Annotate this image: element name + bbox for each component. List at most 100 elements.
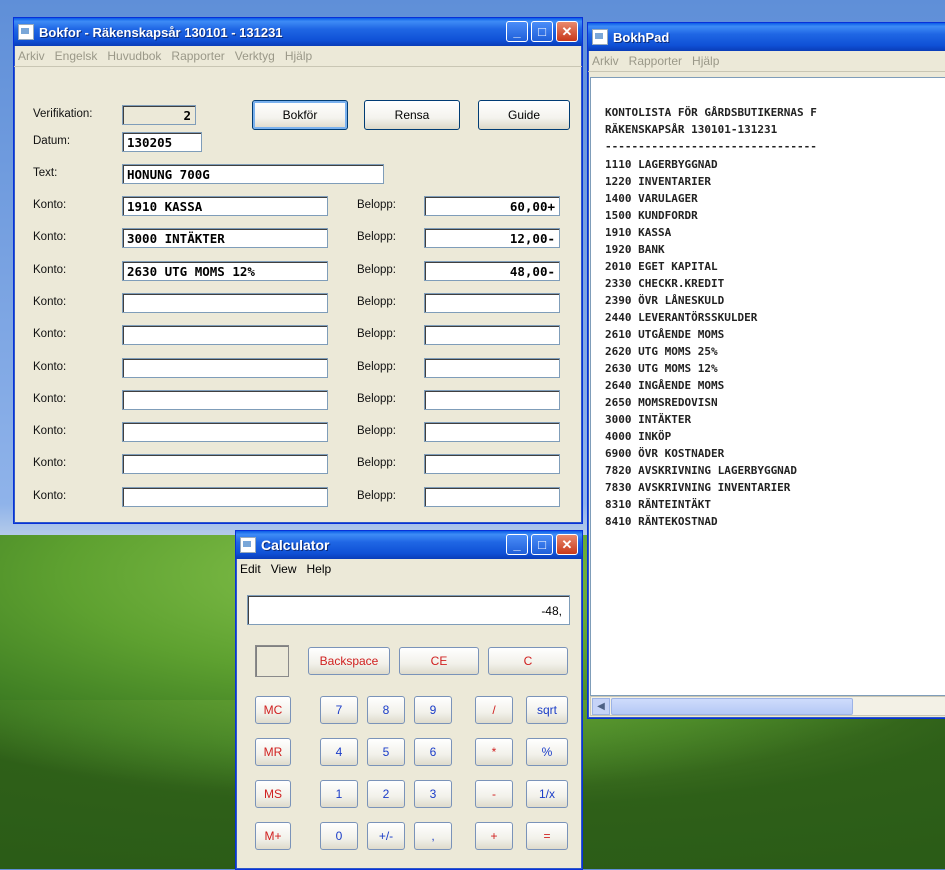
list-header-2: RÄKENSKAPSÅR 130101-131231 <box>605 123 778 136</box>
digit-7-button[interactable]: 7 <box>320 696 358 724</box>
sqrt-button[interactable]: sqrt <box>526 696 568 724</box>
digit-4-button[interactable]: 4 <box>320 738 358 766</box>
account-line: 1220 INVENTARIER <box>605 175 711 188</box>
memory-clear-button[interactable]: MC <box>255 696 291 724</box>
konto-field[interactable] <box>122 358 328 378</box>
account-line: 4000 INKÖP <box>605 430 672 443</box>
minimize-icon[interactable]: _ <box>506 534 528 555</box>
belopp-field[interactable]: 48,00- <box>424 261 560 281</box>
bokhpad-titlebar[interactable]: BokhPad <box>588 23 945 51</box>
rensa-button[interactable]: Rensa <box>364 100 460 130</box>
konto-field[interactable]: 1910 KASSA <box>122 196 328 216</box>
digit-5-button[interactable]: 5 <box>367 738 405 766</box>
konto-field[interactable]: 3000 INTÄKTER <box>122 228 328 248</box>
backspace-button[interactable]: Backspace <box>308 647 390 675</box>
konto-field[interactable] <box>122 454 328 474</box>
minimize-icon[interactable]: _ <box>506 21 528 42</box>
konto-label: Konto: <box>33 490 67 502</box>
digit-9-button[interactable]: 9 <box>414 696 452 724</box>
account-line: 6900 ÖVR KOSTNADER <box>605 447 725 460</box>
datum-row: Datum: 130205 <box>14 129 582 155</box>
calculator-window: Calculator _ □ ✕ Edit View Help - 48, Bac… <box>235 530 583 870</box>
belopp-field[interactable] <box>424 390 560 410</box>
menu-arkiv[interactable]: Arkiv <box>592 54 619 68</box>
menu-help[interactable]: Help <box>306 562 331 576</box>
scroll-left-icon[interactable]: ◀ <box>592 698 610 715</box>
menu-view[interactable]: View <box>271 562 297 576</box>
percent-button[interactable]: % <box>526 738 568 766</box>
menu-engelsk[interactable]: Engelsk <box>55 49 98 63</box>
memory-store-button[interactable]: MS <box>255 780 291 808</box>
menu-huvudbok[interactable]: Huvudbok <box>107 49 161 63</box>
konto-field[interactable] <box>122 487 328 507</box>
calculator-title: Calculator <box>261 537 330 553</box>
calculator-titlebar[interactable]: Calculator _ □ ✕ <box>236 531 582 559</box>
belopp-field[interactable] <box>424 358 560 378</box>
belopp-label: Belopp: <box>357 328 397 340</box>
belopp-label: Belopp: <box>357 425 397 437</box>
decimal-button[interactable]: , <box>414 822 452 850</box>
konto-field[interactable]: 2630 UTG MOMS 12% <box>122 261 328 281</box>
menu-hjalp[interactable]: Hjälp <box>692 54 719 68</box>
subtract-button[interactable]: - <box>475 780 513 808</box>
close-icon[interactable]: ✕ <box>556 534 578 555</box>
konto-row: Konto: 1910 KASSA Belopp: 60,00+ <box>14 193 582 219</box>
close-icon[interactable]: ✕ <box>556 21 578 42</box>
konto-label: Konto: <box>33 231 67 243</box>
menu-verktyg[interactable]: Verktyg <box>235 49 275 63</box>
digit-6-button[interactable]: 6 <box>414 738 452 766</box>
bokfor-titlebar[interactable]: Bokfor - Räkenskapsår 130101 - 131231 _ … <box>14 18 582 46</box>
account-line: 1920 BANK <box>605 243 665 256</box>
belopp-field[interactable] <box>424 487 560 507</box>
multiply-button[interactable]: * <box>475 738 513 766</box>
menu-rapporter[interactable]: Rapporter <box>171 49 224 63</box>
bokhpad-title: BokhPad <box>613 29 670 45</box>
konto-label: Konto: <box>33 296 67 308</box>
divide-button[interactable]: / <box>475 696 513 724</box>
sign-button[interactable]: +/- <box>367 822 405 850</box>
belopp-field[interactable]: 60,00+ <box>424 196 560 216</box>
konto-row: Konto: Belopp: <box>14 387 582 413</box>
belopp-field[interactable]: 12,00- <box>424 228 560 248</box>
menu-edit[interactable]: Edit <box>240 562 261 576</box>
digit-2-button[interactable]: 2 <box>367 780 405 808</box>
menu-arkiv[interactable]: Arkiv <box>18 49 45 63</box>
belopp-field[interactable] <box>424 454 560 474</box>
menu-rapporter[interactable]: Rapporter <box>629 54 682 68</box>
calculator-menubar: Edit View Help <box>236 559 582 579</box>
konto-field[interactable] <box>122 422 328 442</box>
ce-button[interactable]: CE <box>399 647 479 675</box>
digit-1-button[interactable]: 1 <box>320 780 358 808</box>
belopp-field[interactable] <box>424 422 560 442</box>
datum-label: Datum: <box>33 135 71 147</box>
add-button[interactable]: + <box>475 822 513 850</box>
clear-button[interactable]: C <box>488 647 568 675</box>
scrollbar-thumb[interactable] <box>611 698 853 715</box>
digit-0-button[interactable]: 0 <box>320 822 358 850</box>
memory-recall-button[interactable]: MR <box>255 738 291 766</box>
digit-8-button[interactable]: 8 <box>367 696 405 724</box>
reciprocal-button[interactable]: 1/x <box>526 780 568 808</box>
konto-field[interactable] <box>122 325 328 345</box>
horizontal-scrollbar[interactable]: ◀ <box>590 696 945 716</box>
belopp-field[interactable] <box>424 293 560 313</box>
maximize-icon[interactable]: □ <box>531 21 553 42</box>
konto-label: Konto: <box>33 425 67 437</box>
digit-3-button[interactable]: 3 <box>414 780 452 808</box>
konto-label: Konto: <box>33 264 67 276</box>
belopp-label: Belopp: <box>357 457 397 469</box>
account-line: 2330 CHECKR.KREDIT <box>605 277 725 290</box>
maximize-icon[interactable]: □ <box>531 534 553 555</box>
menu-hjalp[interactable]: Hjälp <box>285 49 312 63</box>
text-field[interactable]: HONUNG 700G <box>122 164 384 184</box>
konto-field[interactable] <box>122 390 328 410</box>
account-list-text[interactable]: KONTOLISTA FÖR GÅRDSBUTIKERNAS F RÄKENSKA… <box>590 77 945 696</box>
konto-field[interactable] <box>122 293 328 313</box>
konto-label: Konto: <box>33 393 67 405</box>
bokfor-button[interactable]: Bokför <box>252 100 348 130</box>
equals-button[interactable]: = <box>526 822 568 850</box>
belopp-field[interactable] <box>424 325 560 345</box>
datum-field[interactable]: 130205 <box>122 132 202 152</box>
memory-add-button[interactable]: M+ <box>255 822 291 850</box>
guide-button[interactable]: Guide <box>478 100 570 130</box>
